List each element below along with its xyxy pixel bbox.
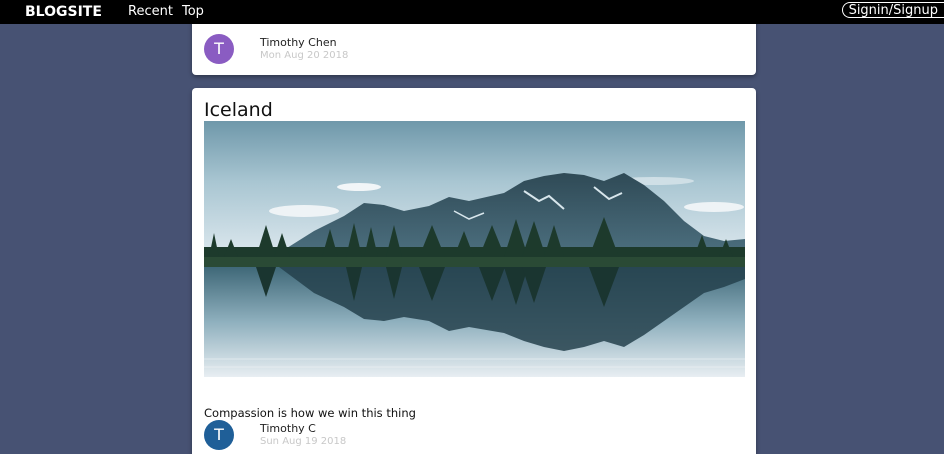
post-card[interactable]: Iceland Compassion is how we win this th… [192,88,756,454]
post-author-row: T Timothy C Sun Aug 19 2018 [204,420,604,452]
nav-link-top[interactable]: Top [182,2,204,22]
author-name[interactable]: Timothy C [260,422,316,435]
signin-signup-button[interactable]: Signin/Signup [841,2,944,18]
mountain-lake-reflection-image[interactable] [204,121,745,377]
post-author-row: T Timothy Chen Mon Aug 20 2018 [204,34,604,66]
nav-link-recent[interactable]: Recent [128,2,173,22]
author-name[interactable]: Timothy Chen [260,36,337,49]
author-avatar[interactable]: T [204,34,234,64]
post-date: Sun Aug 19 2018 [260,436,347,447]
post-title[interactable]: Iceland [204,98,273,122]
top-navbar: BLOGSITE Recent Top Signin/Signup [0,0,944,24]
post-date: Mon Aug 20 2018 [260,50,349,61]
author-avatar[interactable]: T [204,420,234,450]
brand-logo[interactable]: BLOGSITE [25,2,102,22]
post-body-text: Compassion is how we win this thing [204,405,416,420]
